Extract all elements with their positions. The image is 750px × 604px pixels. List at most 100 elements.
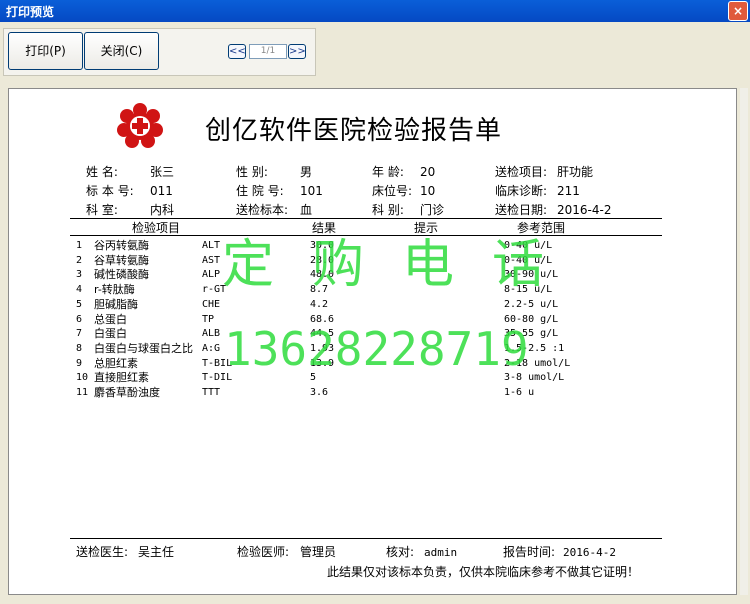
info-label: 送检项目: [495, 165, 548, 179]
row-item-name: 谷草转氨酶 [94, 253, 149, 267]
row-item-name: 胆碱脂酶 [94, 297, 138, 311]
row-item-name: 碱性磷酸酶 [94, 268, 149, 282]
row-range: 3-8 umol/L [504, 372, 565, 384]
close-button[interactable]: 关闭(C) [84, 32, 159, 70]
row-range: 8-15 u/L [504, 284, 553, 296]
info-value: 门诊 [420, 203, 445, 217]
info-value: 011 [150, 184, 173, 198]
row-number: 3 [76, 269, 83, 281]
info-label: 送检标本: [236, 203, 289, 217]
row-range: 0-40 u/L [504, 254, 553, 266]
row-item-name: 麝香草酚浊度 [94, 386, 160, 399]
row-number: 7 [76, 328, 83, 340]
row-result: 28.0 [310, 254, 335, 266]
report-time-value: 2016-4-2 [563, 546, 616, 559]
toolbar: 打印(P) 关闭(C) << 1/1 >> [3, 28, 316, 76]
info-value: 血 [300, 203, 313, 217]
row-item-name: 总蛋白 [94, 312, 127, 326]
row-item-name: 总胆红素 [94, 356, 138, 370]
row-code: CHE [202, 298, 221, 310]
print-button[interactable]: 打印(P) [8, 32, 83, 70]
report-time-label: 报告时间: [503, 545, 556, 559]
row-result: 1.93 [310, 342, 335, 354]
header-top-line [70, 218, 662, 219]
row-number: 11 [76, 387, 89, 398]
doctor-value: 吴主任 [138, 545, 175, 559]
row-result: 5 [310, 372, 317, 384]
row-result: 68.6 [310, 313, 335, 325]
info-value: 男 [300, 165, 313, 179]
info-value: 20 [420, 165, 436, 179]
info-value: 211 [557, 184, 580, 198]
row-number: 4 [76, 284, 83, 296]
row-code: ALB [202, 328, 221, 340]
vertical-scrollbar[interactable] [740, 88, 748, 595]
first-page-button[interactable]: << [228, 44, 246, 59]
row-number: 10 [76, 372, 89, 384]
checker-label: 核对: [386, 545, 415, 559]
info-label: 科 室: [86, 203, 118, 217]
row-range: 1.5-2.5 :1 [504, 342, 565, 354]
row-range: 2.2-5 u/L [504, 298, 559, 310]
row-result: 3.6 [310, 387, 329, 398]
col-header-item: 检验项目 [132, 221, 181, 235]
row-number: 5 [76, 298, 83, 310]
col-header-hint: 提示 [414, 221, 439, 235]
disclaimer-note: 此结果仅对该标本负责，仅供本院临床参考不做其它证明！ [327, 565, 640, 579]
hospital-logo-icon [117, 103, 163, 148]
info-value: 101 [300, 184, 323, 198]
row-range: 1-6 u [504, 387, 535, 398]
row-result: 13.9 [310, 357, 335, 369]
col-header-range: 参考范围 [517, 221, 566, 235]
row-code: TP [202, 313, 215, 325]
row-item-name: 白蛋白 [94, 327, 127, 341]
row-code: ALT [202, 240, 221, 251]
window-title: 打印预览 [6, 5, 55, 19]
doctor-label: 送检医生: [76, 545, 129, 559]
info-label: 送检日期: [495, 203, 548, 217]
col-header-result: 结果 [312, 221, 337, 235]
row-range: 35-55 g/L [504, 328, 559, 340]
next-page-button[interactable]: >> [288, 44, 306, 59]
info-value: 内科 [150, 203, 175, 217]
row-code: A:G [202, 342, 221, 354]
row-item-name: 直接胆红素 [94, 371, 149, 385]
info-value: 张三 [150, 165, 175, 179]
row-number: 9 [76, 357, 83, 369]
info-label: 住 院 号: [236, 184, 284, 198]
row-item-name: 谷丙转氨酶 [94, 239, 149, 252]
row-result: 30.0 [310, 240, 335, 251]
row-code: r-GT [202, 284, 227, 296]
row-item-name: r-转肽酶 [94, 283, 135, 297]
info-label: 临床诊断: [495, 184, 548, 198]
row-range: 30-90 u/L [504, 269, 559, 281]
header-bottom-line [70, 235, 662, 236]
row-result: 4.2 [310, 298, 329, 310]
info-label: 床位号: [372, 184, 413, 198]
row-range: 0-40 u/L [504, 240, 553, 251]
tester-value: 管理员 [300, 545, 337, 559]
row-code: ALP [202, 269, 221, 281]
row-code: T-BIL [202, 357, 233, 369]
tester-label: 检验医师: [237, 545, 290, 559]
window-close-button[interactable]: × [728, 1, 748, 21]
info-value: 10 [420, 184, 436, 198]
title-bar: 打印预览 × [0, 0, 750, 22]
info-value: 肝功能 [557, 165, 594, 179]
checker-value: admin [424, 546, 458, 559]
info-value: 2016-4-2 [557, 203, 612, 217]
row-result: 44.5 [310, 328, 335, 340]
info-label: 标 本 号: [86, 184, 134, 198]
row-code: AST [202, 254, 221, 266]
info-label: 姓 名: [86, 165, 118, 179]
page-indicator[interactable]: 1/1 [249, 44, 287, 59]
row-result: 48.0 [310, 269, 335, 281]
footer-line [70, 538, 662, 539]
row-number: 8 [76, 342, 83, 354]
report-title: 创亿软件医院检验报告单 [205, 116, 503, 146]
row-number: 1 [76, 240, 83, 251]
info-label: 年 龄: [372, 165, 404, 179]
row-number: 2 [76, 254, 83, 266]
row-range: 2-18 umol/L [504, 357, 571, 369]
info-label: 性 别: [236, 165, 268, 179]
